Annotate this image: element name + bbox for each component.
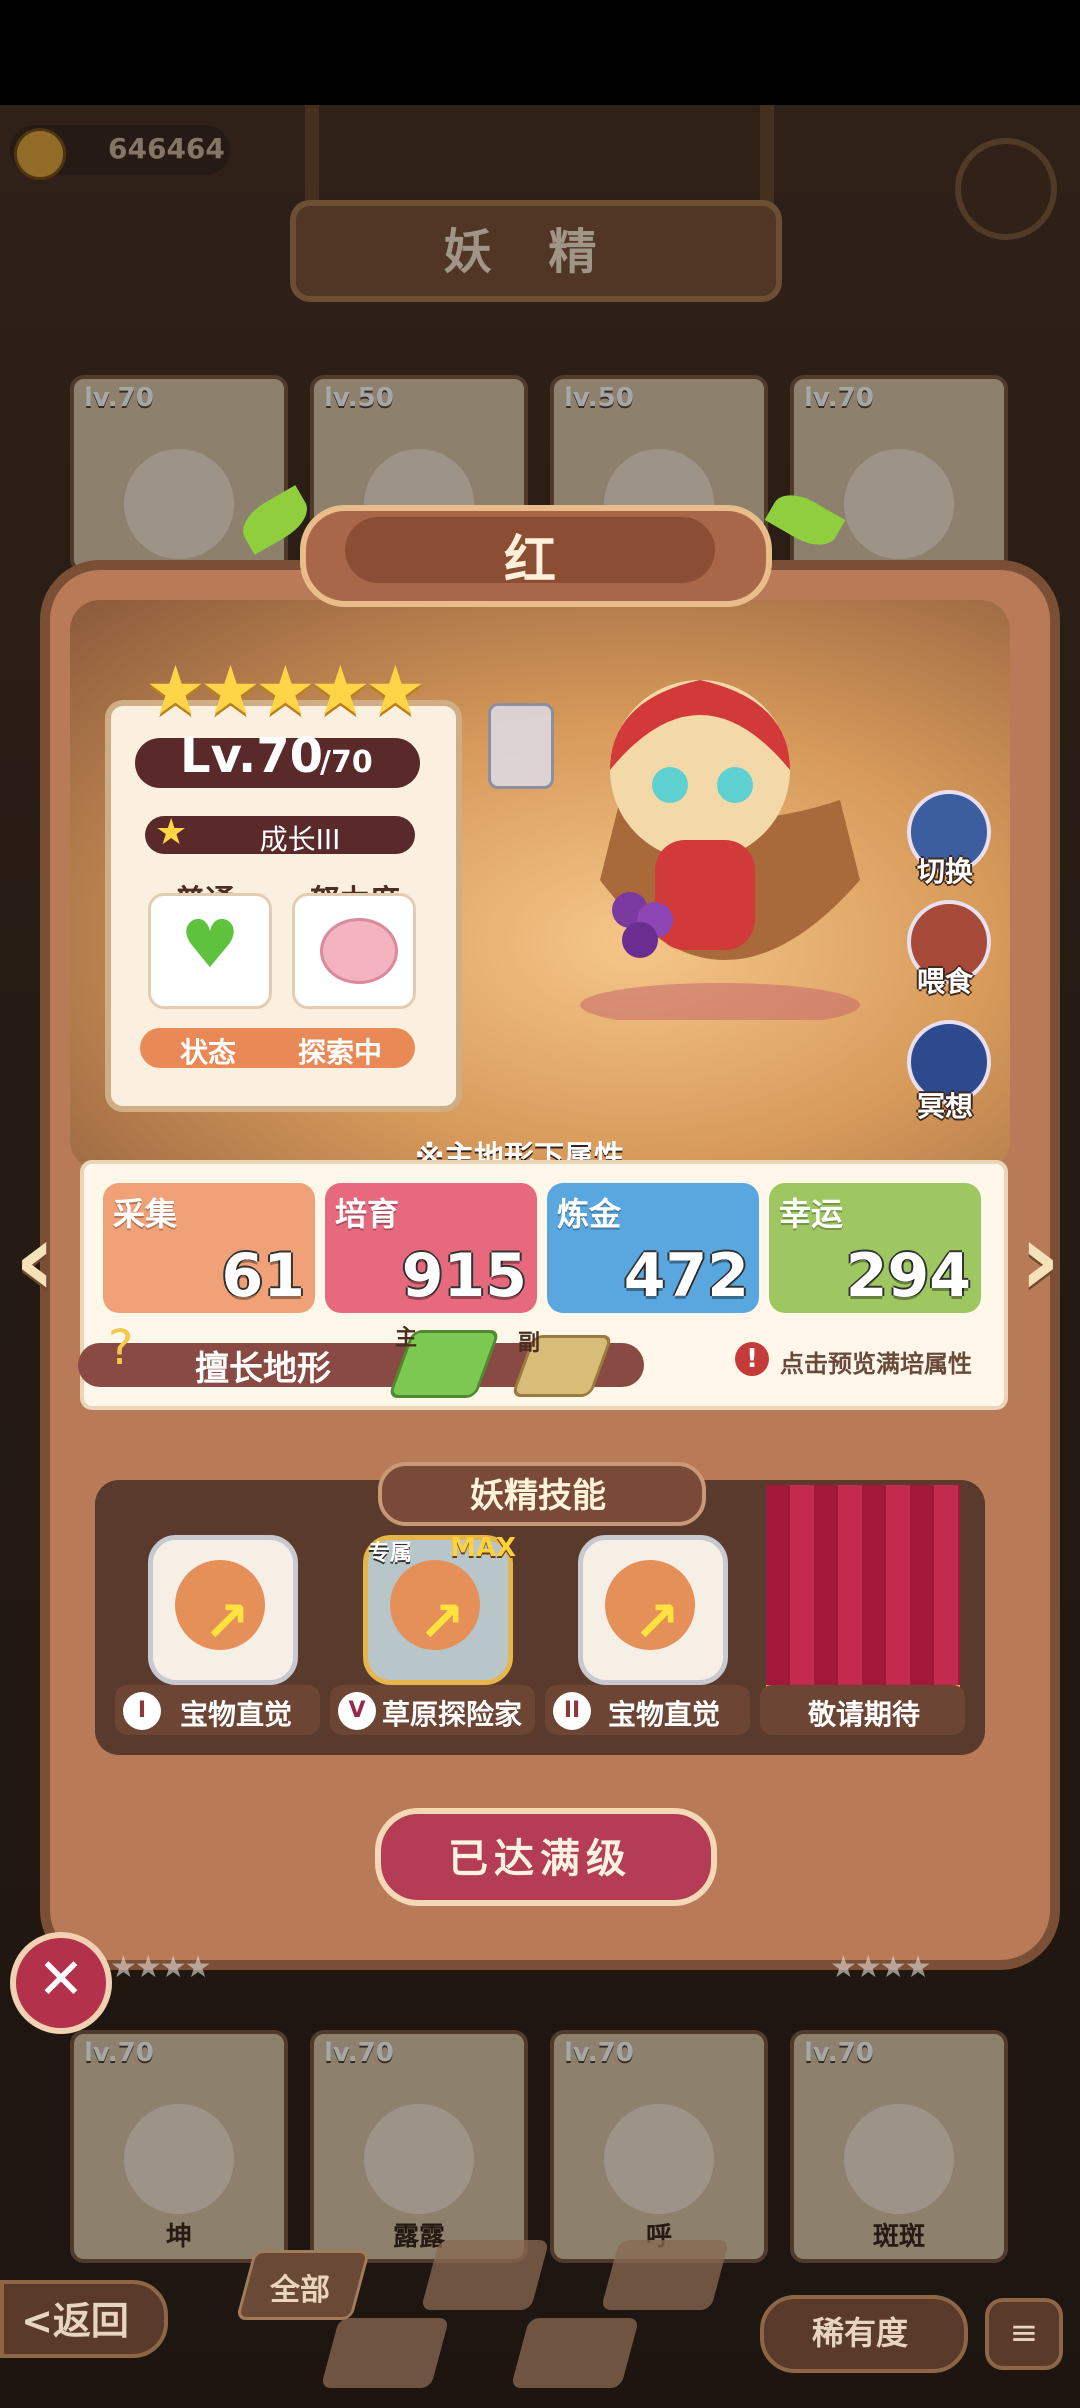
sort-order-icon[interactable]: ≡ <box>985 2298 1063 2370</box>
switch-label[interactable]: 切换 <box>895 850 995 890</box>
sprout-icon: ? <box>108 1320 134 1376</box>
card-stars: ★★★★ <box>110 1950 212 1985</box>
filter-desert-icon[interactable] <box>510 2318 640 2388</box>
attribute-luck: 幸运 294 <box>769 1183 981 1313</box>
fairy-level: Lv.70 <box>180 728 323 784</box>
rarity-sort-label[interactable]: 稀有度 <box>760 2308 960 2354</box>
skill-rank-icon: V <box>338 1692 376 1730</box>
filter-grass-icon[interactable] <box>320 2318 450 2388</box>
meditate-label[interactable]: 冥想 <box>895 1085 995 1125</box>
arrow-up-icon: ↗ <box>203 1590 250 1655</box>
fairy-character-illustration <box>580 680 860 1020</box>
skill-treasure-icon[interactable]: ↗ <box>148 1535 298 1685</box>
curtain-locked-skill <box>766 1485 960 1697</box>
attribute-gather: 采集 61 <box>103 1183 315 1313</box>
next-arrow-icon[interactable]: › <box>1010 1200 1070 1320</box>
attribute-value: 472 <box>623 1241 749 1311</box>
terrain-label: 擅长地形 <box>195 1349 331 1389</box>
attribute-nurture: 培育 915 <box>325 1183 537 1313</box>
exclusive-tag: 专属 <box>368 1541 413 1566</box>
attribute-name: 炼金 <box>557 1195 622 1233</box>
feed-label[interactable]: 喂食 <box>895 960 995 1000</box>
growth-label: 成长III <box>259 823 341 856</box>
skill-name: 宝物直觉 <box>180 1698 293 1731</box>
warning-icon[interactable]: ! <box>735 1342 769 1376</box>
star-icon: ★ <box>155 812 188 853</box>
skill-name: 宝物直觉 <box>608 1698 721 1731</box>
lock-icon[interactable] <box>488 703 554 789</box>
arrow-up-icon: ↗ <box>418 1590 465 1655</box>
attribute-value: 915 <box>401 1241 527 1311</box>
skill-name: 敬请期待 <box>808 1698 921 1731</box>
skills-title: 妖精技能 <box>470 1476 606 1516</box>
skill-name: 草原探险家 <box>382 1698 523 1731</box>
blob-face-icon <box>320 918 398 984</box>
fairy-name: 红 <box>503 531 556 591</box>
heart-icon: ♥ <box>180 906 240 983</box>
sub-terrain-tag: 副 <box>518 1331 541 1356</box>
attribute-value: 61 <box>221 1241 306 1311</box>
status-value: 探索中 <box>298 1036 383 1069</box>
status-label: 状态 <box>180 1036 237 1069</box>
attribute-value: 294 <box>845 1241 971 1311</box>
attribute-name: 采集 <box>113 1195 178 1233</box>
main-terrain-tag: 主 <box>395 1326 418 1351</box>
preview-full-attributes[interactable]: 点击预览满培属性 <box>780 1344 972 1379</box>
max-badge: MAX <box>450 1533 517 1563</box>
card-stars: ★★★★ <box>830 1950 932 1985</box>
skill-treasure-icon[interactable]: ↗ <box>578 1535 728 1685</box>
skill-rank-icon: II <box>553 1692 591 1730</box>
close-icon[interactable]: ✕ <box>10 1932 112 2034</box>
filter-mountain-icon[interactable] <box>600 2240 730 2310</box>
skill-rank-icon: I <box>123 1692 161 1730</box>
attribute-name: 培育 <box>335 1195 400 1233</box>
arrow-up-icon: ↗ <box>633 1590 680 1655</box>
max-level-label[interactable]: 已达满级 <box>375 1826 705 1884</box>
filter-all-label[interactable]: 全部 <box>245 2265 355 2309</box>
rarity-stars: ★★★★★ <box>145 652 426 731</box>
back-label[interactable]: <返回 <box>0 2290 150 2345</box>
fairy-level-max: /70 <box>320 745 373 780</box>
attribute-alchemy: 炼金 472 <box>547 1183 759 1313</box>
prev-arrow-icon[interactable]: ‹ <box>5 1200 65 1320</box>
attribute-name: 幸运 <box>779 1195 844 1233</box>
filter-water-icon[interactable] <box>420 2240 550 2310</box>
